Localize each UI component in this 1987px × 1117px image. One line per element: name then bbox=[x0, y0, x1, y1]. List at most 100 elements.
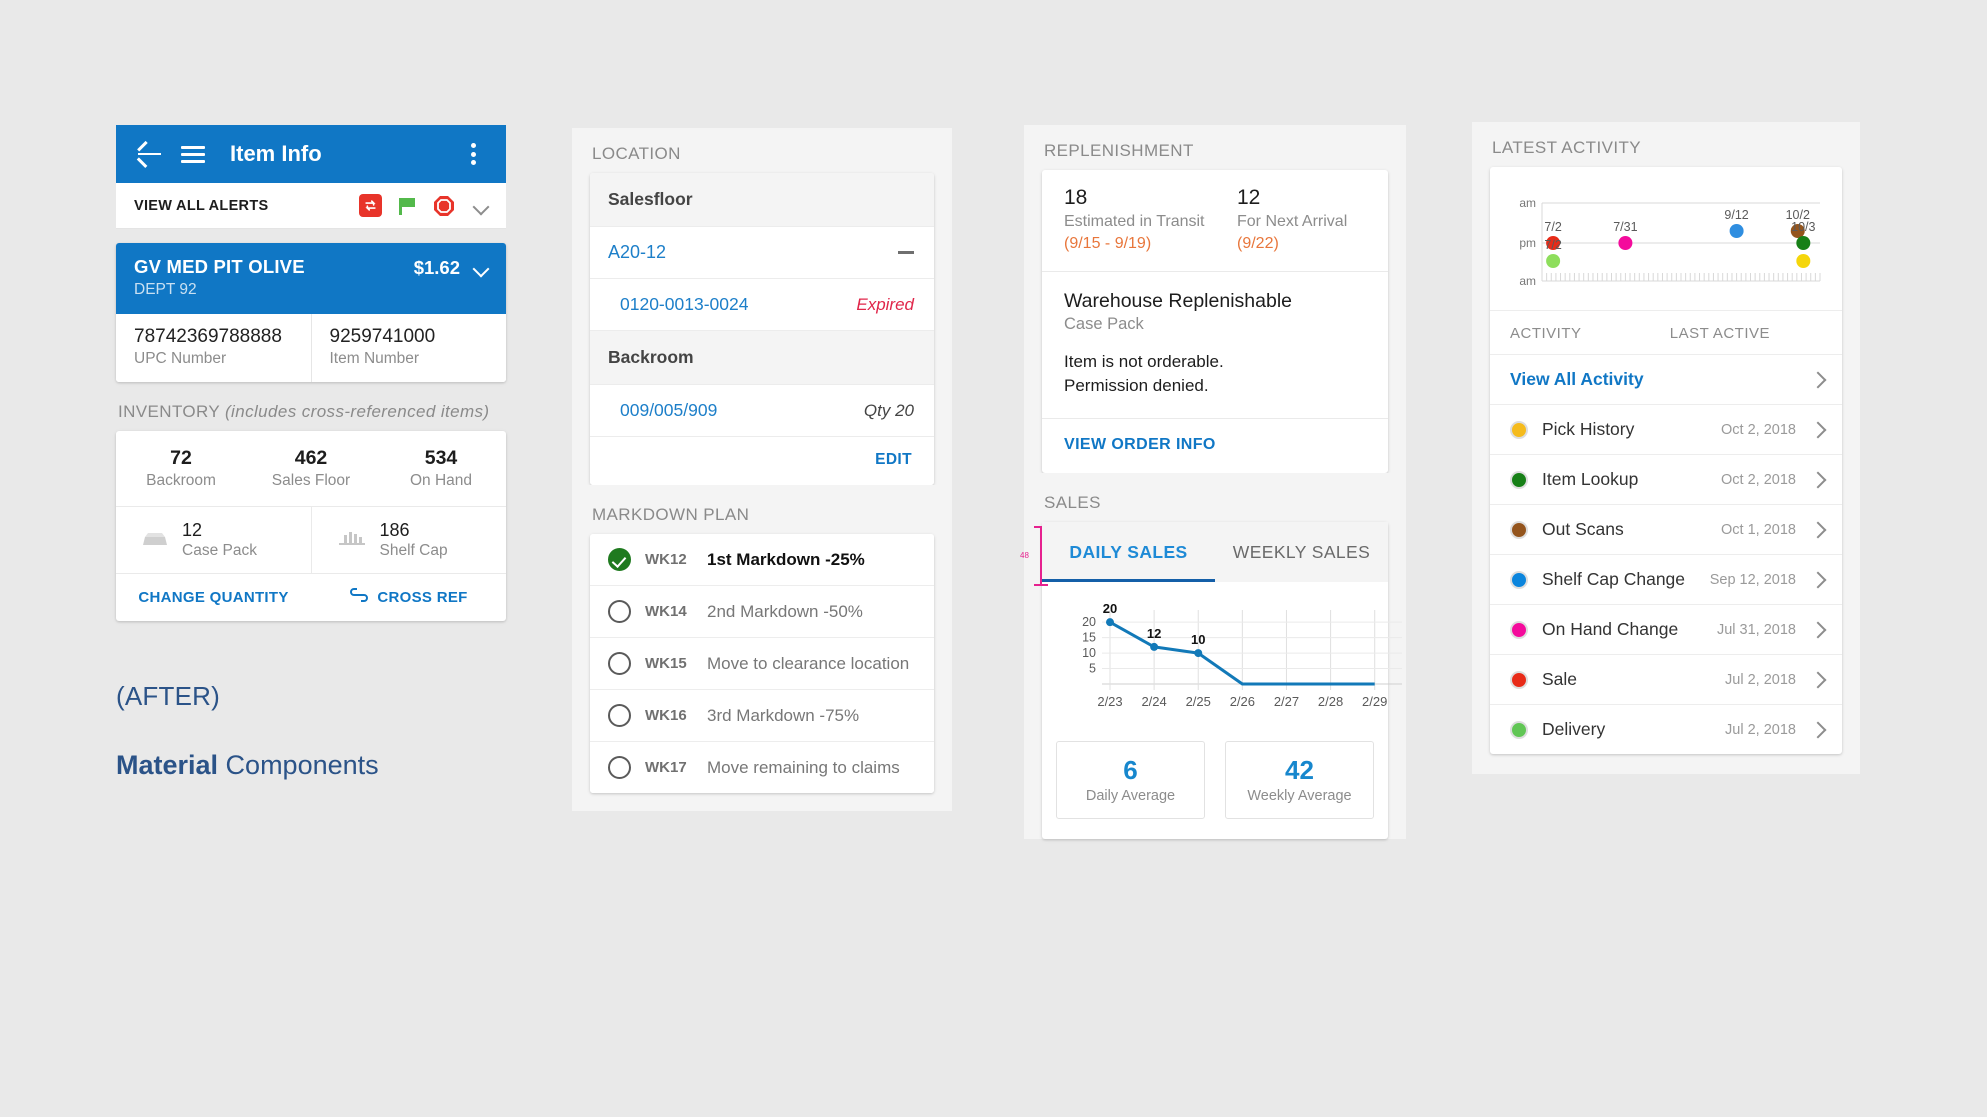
markdown-row[interactable]: WK15 Move to clearance location bbox=[590, 638, 934, 690]
view-all-activity-row[interactable]: View All Activity bbox=[1490, 354, 1842, 404]
sales-line-chart: 51015202012 102/23 2/24 2/25 2/26 2/27 2/28 2/2… bbox=[1082, 601, 1402, 709]
tab-indicator bbox=[1042, 578, 1215, 582]
activity-card: am pm am 7/2 7/2 7/31 9/12 10/2 10/3 ACTIVITY LA… bbox=[1490, 167, 1842, 754]
change-quantity-label: CHANGE QUANTITY bbox=[138, 588, 289, 606]
activity-row[interactable]: Delivery Jul 2, 2018 bbox=[1490, 704, 1842, 754]
inventory-detail-row: 12 Case Pack 186 Shelf Cap bbox=[116, 507, 506, 574]
kebab-menu-icon bbox=[470, 140, 476, 169]
onhand-label: On Hand bbox=[409, 472, 473, 489]
markdown-row[interactable]: WK12 1st Markdown -25% bbox=[590, 534, 934, 586]
replenishment-footer: VIEW ORDER INFO bbox=[1042, 419, 1388, 473]
chevron-down-icon[interactable] bbox=[472, 260, 490, 278]
markdown-radio-icon[interactable] bbox=[608, 756, 631, 779]
markdown-week: WK14 bbox=[645, 603, 687, 620]
markdown-row[interactable]: WK14 2nd Markdown -50% bbox=[590, 586, 934, 638]
location-markdown-panel: LOCATION Salesfloor A20-12 0120-0013-002… bbox=[572, 128, 952, 811]
screenshot-canvas: Item Info VIEW ALL ALERTS GV MED PIT OLI… bbox=[0, 0, 1987, 1117]
svg-text:10: 10 bbox=[1191, 632, 1205, 647]
latest-activity-panel: LATEST ACTIVITY am pm am 7/2 7/2 7/31 9/12 10/2… bbox=[1472, 122, 1860, 774]
svg-text:2/27: 2/27 bbox=[1274, 694, 1299, 709]
activity-row[interactable]: Item Lookup Oct 2, 2018 bbox=[1490, 454, 1842, 504]
next-arrival-value: 12 bbox=[1237, 186, 1261, 209]
activity-date: Oct 1, 2018 bbox=[1721, 521, 1796, 538]
activity-row[interactable]: Out Scans Oct 1, 2018 bbox=[1490, 504, 1842, 554]
svg-text:2/28: 2/28 bbox=[1318, 694, 1343, 709]
location-code[interactable]: A20-12 bbox=[608, 242, 666, 263]
replenishment-message: Item is not orderable. bbox=[1064, 352, 1224, 371]
activity-row[interactable]: Shelf Cap Change Sep 12, 2018 bbox=[1490, 554, 1842, 604]
case-pack-label: Case Pack bbox=[182, 542, 257, 559]
caption-components: Components bbox=[218, 750, 379, 780]
edit-button[interactable]: EDIT bbox=[875, 451, 912, 468]
hamburger-icon bbox=[181, 142, 205, 167]
location-row[interactable]: 009/005/909 Qty 20 bbox=[590, 384, 934, 436]
location-code[interactable]: 009/005/909 bbox=[608, 400, 717, 421]
item-dept: DEPT 92 bbox=[134, 281, 197, 298]
item-header[interactable]: GV MED PIT OLIVE DEPT 92 $1.62 bbox=[116, 243, 506, 314]
stop-alert-icon[interactable] bbox=[432, 194, 456, 218]
col-activity-header: ACTIVITY bbox=[1510, 325, 1582, 342]
markdown-radio-icon[interactable] bbox=[608, 652, 631, 675]
location-card: Salesfloor A20-12 0120-0013-0024 Expired… bbox=[590, 173, 934, 485]
activity-row[interactable]: On Hand Change Jul 31, 2018 bbox=[1490, 604, 1842, 654]
menu-button[interactable] bbox=[178, 142, 208, 167]
markdown-text: Move remaining to claims bbox=[707, 757, 900, 777]
inventory-counts-row: 72 Backroom 462 Sales Floor 534 On Hand bbox=[116, 431, 506, 507]
markdown-text: 3rd Markdown -75% bbox=[707, 705, 860, 725]
replenishment-message: Permission denied. bbox=[1064, 376, 1209, 395]
weekly-average-label: Weekly Average bbox=[1247, 788, 1352, 804]
location-row[interactable]: 0120-0013-0024 Expired bbox=[590, 278, 934, 330]
svg-text:20: 20 bbox=[1082, 615, 1096, 629]
expired-badge: Expired bbox=[856, 294, 914, 314]
inventory-card: 72 Backroom 462 Sales Floor 534 On Hand bbox=[116, 431, 506, 621]
activity-row[interactable]: Sale Jul 2, 2018 bbox=[1490, 654, 1842, 704]
repeat-alert-icon[interactable] bbox=[359, 194, 382, 217]
inventory-label-main: INVENTORY bbox=[118, 402, 225, 421]
overflow-menu-button[interactable] bbox=[458, 140, 488, 169]
markdown-week: WK17 bbox=[645, 759, 687, 776]
chevron-right-icon bbox=[1809, 471, 1827, 488]
markdown-week: WK12 bbox=[645, 551, 687, 568]
location-panel: LOCATION Salesfloor A20-12 0120-0013-002… bbox=[572, 128, 952, 485]
cross-ref-label: CROSS REF bbox=[377, 588, 468, 606]
markdown-row[interactable]: WK17 Move remaining to claims bbox=[590, 742, 934, 793]
replenishment-sales-panel: REPLENISHMENT 18 Estimated in Transit (9… bbox=[1020, 125, 1406, 839]
alerts-bar[interactable]: VIEW ALL ALERTS bbox=[116, 183, 506, 229]
activity-name: Sale bbox=[1542, 669, 1578, 689]
caption-after: (AFTER) bbox=[116, 681, 220, 711]
flag-alert-icon[interactable] bbox=[396, 195, 418, 217]
view-order-info-button[interactable]: VIEW ORDER INFO bbox=[1064, 436, 1216, 453]
figure-caption: (AFTER) Material Components bbox=[116, 681, 506, 781]
cross-ref-button[interactable]: CROSS REF bbox=[311, 588, 506, 606]
svg-text:20: 20 bbox=[1103, 601, 1117, 616]
markdown-radio-icon[interactable] bbox=[608, 704, 631, 727]
markdown-radio-icon[interactable] bbox=[608, 600, 631, 623]
markdown-check-icon[interactable] bbox=[608, 548, 631, 571]
sales-card: 48 DAILY SALES WEEKLY SALES 5 10 15 20 20 12 1… bbox=[1020, 522, 1402, 839]
salesfloor-value: 462 bbox=[294, 447, 328, 469]
svg-text:am: am bbox=[1519, 274, 1536, 288]
markdown-text: 2nd Markdown -50% bbox=[707, 601, 863, 621]
change-quantity-button[interactable]: CHANGE QUANTITY bbox=[116, 588, 311, 606]
next-arrival-dates: (9/22) bbox=[1237, 235, 1279, 252]
chevron-down-icon[interactable] bbox=[470, 195, 492, 217]
collapse-icon[interactable] bbox=[898, 251, 914, 254]
svg-text:2/24: 2/24 bbox=[1141, 694, 1166, 709]
activity-row[interactable]: Pick History Oct 2, 2018 bbox=[1490, 404, 1842, 454]
case-pack-cell: 12 Case Pack bbox=[116, 507, 311, 573]
caption-material: Material bbox=[116, 750, 219, 780]
activity-name: On Hand Change bbox=[1542, 619, 1679, 639]
tab-daily-sales[interactable]: DAILY SALES bbox=[1042, 522, 1215, 582]
inventory-salesfloor: 462 Sales Floor bbox=[246, 447, 376, 490]
activity-date: Sep 12, 2018 bbox=[1709, 571, 1796, 588]
location-code[interactable]: 0120-0013-0024 bbox=[608, 294, 748, 315]
item-name: GV MED PIT OLIVE bbox=[134, 256, 305, 277]
activity-color-dot bbox=[1510, 570, 1528, 589]
svg-text:7/31: 7/31 bbox=[1613, 220, 1637, 234]
back-button[interactable] bbox=[134, 152, 164, 156]
tab-weekly-sales[interactable]: WEEKLY SALES bbox=[1215, 522, 1388, 582]
location-row[interactable]: A20-12 bbox=[590, 226, 934, 278]
item-number-row: 78742369788888 UPC Number 9259741000 Ite… bbox=[116, 314, 506, 382]
markdown-row[interactable]: WK16 3rd Markdown -75% bbox=[590, 690, 934, 742]
markdown-panel: MARKDOWN PLAN WK12 1st Markdown -25% WK1… bbox=[572, 485, 952, 811]
